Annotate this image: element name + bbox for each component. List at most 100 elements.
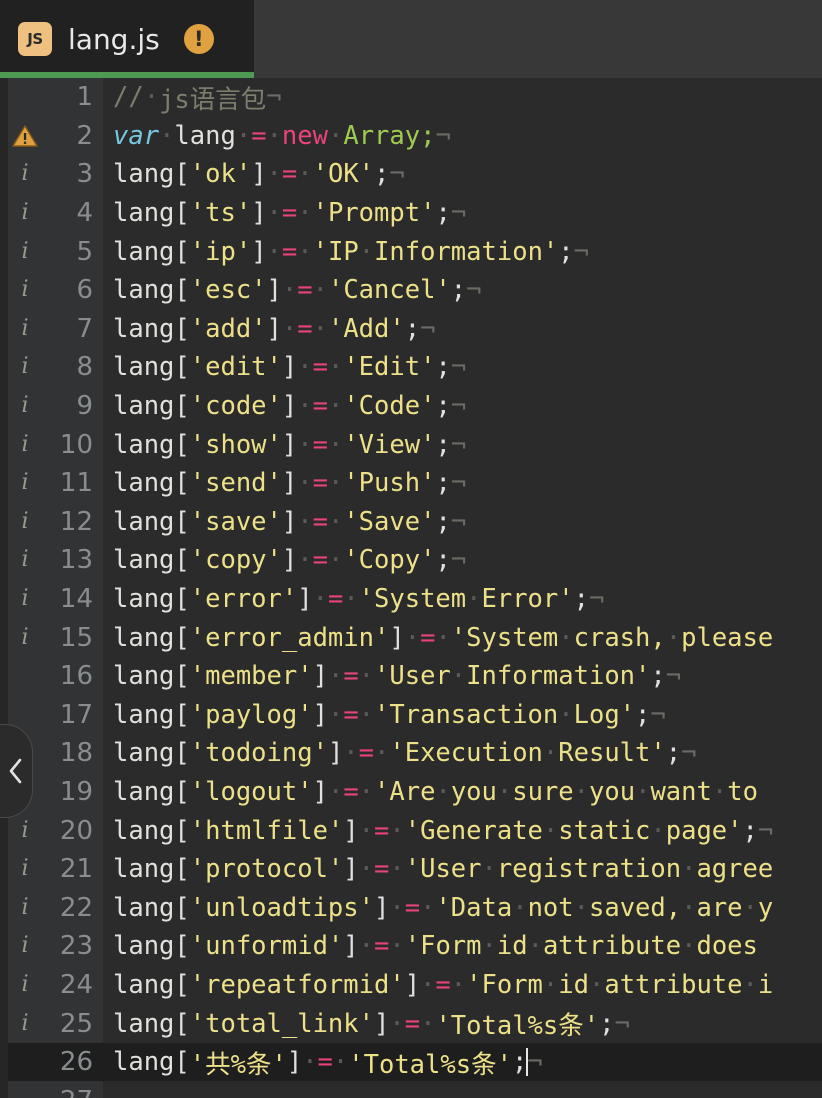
code-line[interactable]: i 24 lang['repeatformid'] · = · 'Form · id · attri… bbox=[0, 965, 822, 1005]
line-gutter[interactable]: i 25 bbox=[0, 1004, 103, 1043]
line-gutter[interactable]: i 15 bbox=[0, 618, 103, 657]
code-line[interactable]: i 25 lang['total_link'] · = · 'Total%s条'; ¬ bbox=[0, 1004, 822, 1043]
info-marker-icon[interactable]: i bbox=[12, 161, 38, 187]
code-line[interactable]: i 23 lang['unformid'] · = · 'Form · id · attribute… bbox=[0, 927, 822, 966]
code-text[interactable]: lang['logout'] · = · 'Are · you · sure · you · want ·… bbox=[103, 773, 822, 812]
code-line[interactable]: i 11 lang['send'] · = · 'Push'; ¬ bbox=[0, 463, 822, 503]
code-line[interactable]: i 13 lang['copy'] · = · 'Copy'; ¬ bbox=[0, 541, 822, 580]
info-marker-icon[interactable]: i bbox=[12, 856, 38, 882]
info-marker-icon[interactable]: i bbox=[12, 432, 38, 458]
code-text[interactable]: lang['total_link'] · = · 'Total%s条'; ¬ bbox=[103, 1004, 822, 1043]
info-marker-icon[interactable]: i bbox=[12, 625, 38, 651]
info-marker-icon[interactable]: i bbox=[12, 393, 38, 419]
info-marker-icon[interactable]: i bbox=[12, 354, 38, 380]
line-gutter[interactable]: i 20 bbox=[0, 811, 103, 850]
code-text[interactable]: lang['member'] · = · 'User · Information'; ¬ bbox=[103, 657, 822, 696]
code-text[interactable]: lang['repeatformid'] · = · 'Form · id · attribut… bbox=[103, 966, 822, 1005]
code-line[interactable]: 1 //· js语言包 ¬ bbox=[0, 78, 822, 117]
info-marker-icon[interactable]: i bbox=[12, 277, 38, 303]
code-text[interactable]: lang['共%条'] · = · 'Total%s条'; ¬ bbox=[103, 1042, 822, 1082]
code-text[interactable]: lang['ok'] · = · 'OK'; ¬ bbox=[103, 155, 822, 194]
code-line[interactable]: 27 ¬ bbox=[0, 1081, 822, 1098]
line-gutter[interactable]: i 23 bbox=[0, 927, 103, 966]
info-marker-icon[interactable]: i bbox=[12, 1011, 38, 1037]
code-line[interactable]: i 20 lang['htmlfile'] · = · 'Generate · static · p… bbox=[0, 811, 822, 850]
code-text[interactable]: lang['esc'] · = · 'Cancel'; ¬ bbox=[103, 271, 822, 310]
info-marker-icon[interactable]: i bbox=[12, 586, 38, 612]
info-marker-icon[interactable]: i bbox=[12, 316, 38, 342]
line-gutter[interactable]: i 22 bbox=[0, 888, 103, 928]
collapse-sidebar-handle[interactable] bbox=[0, 724, 33, 818]
line-gutter[interactable]: i3 bbox=[0, 155, 103, 194]
warning-marker-icon[interactable] bbox=[12, 123, 38, 149]
code-text[interactable]: lang['ts'] · = · 'Prompt'; ¬ bbox=[103, 194, 822, 233]
line-gutter[interactable]: i7 bbox=[0, 309, 103, 349]
code-line[interactable]: i19lang['logout']·=·'Are·you·sure·you·wa… bbox=[0, 772, 822, 812]
code-text[interactable]: lang['error'] · = · 'System · Error'; ¬ bbox=[103, 580, 822, 619]
code-line[interactable]: i 10 lang['show'] · = · 'View'; ¬ bbox=[0, 425, 822, 464]
line-gutter[interactable]: i 13 bbox=[0, 541, 103, 580]
code-text[interactable]: lang['send'] · = · 'Push'; ¬ bbox=[103, 464, 822, 503]
code-text[interactable]: lang['protocol'] · = · 'User · registration · ag… bbox=[103, 850, 822, 889]
code-line[interactable]: i 7 lang['add'] · = · 'Add'; ¬ bbox=[0, 309, 822, 349]
code-line[interactable]: i18lang['todoing']·=·'Execution·Result';… bbox=[0, 734, 822, 773]
code-text[interactable]: lang['save'] · = · 'Save'; ¬ bbox=[103, 503, 822, 542]
code-line[interactable]: i 22 lang['unloadtips'] · = · 'Data · not · saved,… bbox=[0, 888, 822, 928]
code-text[interactable]: ¬ bbox=[103, 1081, 822, 1098]
code-line[interactable]: i 9 lang['code'] · = · 'Code'; ¬ bbox=[0, 386, 822, 426]
line-gutter[interactable]: 16 bbox=[0, 656, 103, 696]
info-marker-icon[interactable]: i bbox=[12, 470, 38, 496]
warning-badge-icon[interactable]: ! bbox=[183, 24, 214, 54]
tab-lang-js[interactable]: JS lang.js ! bbox=[0, 0, 254, 78]
info-marker-icon[interactable]: i bbox=[12, 547, 38, 573]
line-gutter[interactable]: 27 bbox=[0, 1081, 103, 1098]
code-text[interactable]: lang['unloadtips'] · = · 'Data · not · saved, · ar… bbox=[103, 888, 822, 927]
line-gutter[interactable]: i4 bbox=[0, 193, 103, 233]
line-gutter[interactable]: i6 bbox=[0, 270, 103, 310]
line-gutter[interactable]: i 14 bbox=[0, 579, 103, 619]
code-line[interactable]: i 4 lang['ts'] · = · 'Prompt'; ¬ bbox=[0, 193, 822, 233]
code-line[interactable]: i 15 lang['error_admin'] · = · 'System · crash, ·… bbox=[0, 618, 822, 657]
code-text[interactable]: lang['edit'] · = · 'Edit'; ¬ bbox=[103, 348, 822, 387]
code-line[interactable]: i 21 lang['protocol'] · = · 'User · registration… bbox=[0, 849, 822, 889]
line-gutter[interactable]: i 24 bbox=[0, 965, 103, 1005]
code-line[interactable]: i 8 lang['edit'] · = · 'Edit'; ¬ bbox=[0, 348, 822, 387]
line-gutter[interactable]: i5 bbox=[0, 232, 103, 271]
code-lines-container[interactable]: 1//· js语言包 ¬ 2 var · lang · = · new · Array; ¬ i 3 lang[… bbox=[0, 78, 822, 1098]
line-gutter[interactable]: i 10 bbox=[0, 425, 103, 464]
line-gutter[interactable]: 1 bbox=[0, 78, 103, 117]
line-gutter[interactable]: 2 bbox=[0, 116, 103, 156]
code-line[interactable]: i 12 lang['save'] · = · 'Save'; ¬ bbox=[0, 502, 822, 542]
info-marker-icon[interactable]: i bbox=[12, 200, 38, 226]
code-text[interactable]: lang['todoing'] · = · 'Execution · Result'; ¬ bbox=[103, 734, 822, 773]
line-gutter[interactable]: i8 bbox=[0, 348, 103, 387]
code-text[interactable]: lang['htmlfile'] · = · 'Generate · static · page… bbox=[103, 811, 822, 850]
line-gutter[interactable]: i 11 bbox=[0, 463, 103, 503]
code-editor[interactable]: 1//· js语言包 ¬ 2 var · lang · = · new · Array; ¬ i 3 lang[… bbox=[0, 78, 822, 1098]
info-marker-icon[interactable]: i bbox=[12, 895, 38, 921]
code-text[interactable]: lang['ip'] · = · 'IP · Information'; ¬ bbox=[103, 232, 822, 271]
code-line[interactable]: 26 lang['共%条'] · = · 'Total%s条'; ¬ bbox=[0, 1042, 822, 1082]
code-line[interactable]: 2 var · lang · = · new · Array; ¬ bbox=[0, 116, 822, 156]
code-text[interactable]: //· js语言包 ¬ bbox=[103, 78, 822, 117]
code-line[interactable]: i 5 lang['ip'] · = · 'IP · Information'; ¬ bbox=[0, 232, 822, 271]
code-text[interactable]: lang['paylog'] · = · 'Transaction · Log'; ¬ bbox=[103, 696, 822, 735]
code-line[interactable]: i 6 lang['esc'] · = · 'Cancel'; ¬ bbox=[0, 270, 822, 310]
line-gutter[interactable]: i 21 bbox=[0, 849, 103, 889]
code-line[interactable]: 17 lang['paylog'] · = · 'Transaction · Log'; ¬ bbox=[0, 695, 822, 735]
line-gutter[interactable]: i9 bbox=[0, 386, 103, 426]
code-text[interactable]: lang['error_admin'] · = · 'System · crash, · ple… bbox=[103, 618, 822, 657]
code-line[interactable]: i 14 lang['error'] · = · 'System · Error'; ¬ bbox=[0, 579, 822, 619]
info-marker-icon[interactable]: i bbox=[12, 509, 38, 535]
info-marker-icon[interactable]: i bbox=[12, 239, 38, 265]
line-gutter[interactable]: 26 bbox=[0, 1042, 103, 1082]
info-marker-icon[interactable]: i bbox=[12, 933, 38, 959]
info-marker-icon[interactable]: i bbox=[12, 972, 38, 998]
code-text[interactable]: lang['show'] · = · 'View'; ¬ bbox=[103, 425, 822, 464]
code-text[interactable]: var · lang · = · new · Array; ¬ bbox=[103, 117, 822, 156]
code-text[interactable]: lang['add'] · = · 'Add'; ¬ bbox=[103, 310, 822, 349]
code-line[interactable]: i 3 lang['ok'] · = · 'OK'; ¬ bbox=[0, 155, 822, 194]
code-text[interactable]: lang['unformid'] · = · 'Form · id · attribute · do… bbox=[103, 927, 822, 966]
line-gutter[interactable]: i 12 bbox=[0, 502, 103, 542]
info-marker-icon[interactable]: i bbox=[12, 818, 38, 844]
